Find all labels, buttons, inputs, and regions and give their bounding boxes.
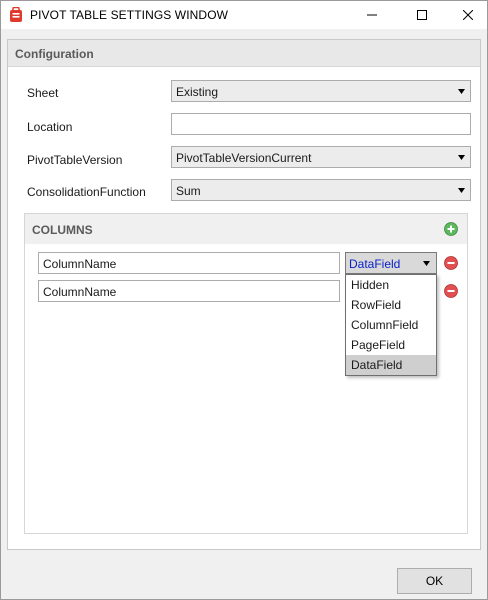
app-icon <box>10 7 22 22</box>
location-input[interactable] <box>171 113 471 135</box>
window-title: PIVOT TABLE SETTINGS WINDOW <box>30 8 229 22</box>
location-label: Location <box>27 120 73 134</box>
column-type-select[interactable]: DataField <box>345 252 437 274</box>
add-icon[interactable] <box>444 222 458 236</box>
pivot-settings-window: PIVOT TABLE SETTINGS WINDOW Configuratio… <box>0 0 488 600</box>
remove-icon[interactable] <box>444 256 458 270</box>
columns-header: COLUMNS <box>25 214 467 244</box>
sheet-select[interactable]: Existing <box>171 80 471 102</box>
sheet-label: Sheet <box>27 86 59 100</box>
pivot-table-version-label: PivotTableVersion <box>27 153 123 167</box>
remove-icon[interactable] <box>444 284 458 298</box>
configuration-title: Configuration <box>15 47 94 61</box>
close-button[interactable] <box>445 1 488 29</box>
chevron-down-icon <box>458 89 465 94</box>
column-name-input[interactable]: ColumnName <box>38 280 340 302</box>
chevron-down-icon <box>423 261 430 266</box>
maximize-icon <box>417 10 427 20</box>
dropdown-option-datafield[interactable]: DataField <box>346 355 436 375</box>
column-name-value: ColumnName <box>43 257 117 271</box>
column-name-value: ColumnName <box>43 285 117 299</box>
minimize-button[interactable] <box>349 1 395 29</box>
column-name-input[interactable]: ColumnName <box>38 252 340 274</box>
column-type-dropdown-list: Hidden RowField ColumnField PageField Da… <box>345 274 437 376</box>
consolidation-function-label: ConsolidationFunction <box>27 185 146 199</box>
pivot-table-version-value: PivotTableVersionCurrent <box>176 151 312 165</box>
title-bar[interactable]: PIVOT TABLE SETTINGS WINDOW <box>1 1 487 29</box>
dropdown-option-columnfield[interactable]: ColumnField <box>346 315 436 335</box>
dropdown-option-pagefield[interactable]: PageField <box>346 335 436 355</box>
pivot-table-version-select[interactable]: PivotTableVersionCurrent <box>171 146 471 168</box>
ok-button[interactable]: OK <box>397 568 472 594</box>
sheet-value: Existing <box>176 85 219 99</box>
maximize-button[interactable] <box>399 1 445 29</box>
columns-title: COLUMNS <box>32 223 93 237</box>
chevron-down-icon <box>458 155 465 160</box>
dropdown-option-hidden[interactable]: Hidden <box>346 275 436 295</box>
configuration-header: Configuration <box>8 40 480 67</box>
chevron-down-icon <box>458 188 465 193</box>
close-icon <box>463 10 473 20</box>
dropdown-option-rowfield[interactable]: RowField <box>346 295 436 315</box>
column-type-value: DataField <box>349 257 401 271</box>
minimize-icon <box>367 14 377 16</box>
consolidation-function-select[interactable]: Sum <box>171 179 471 201</box>
consolidation-function-value: Sum <box>176 184 201 198</box>
